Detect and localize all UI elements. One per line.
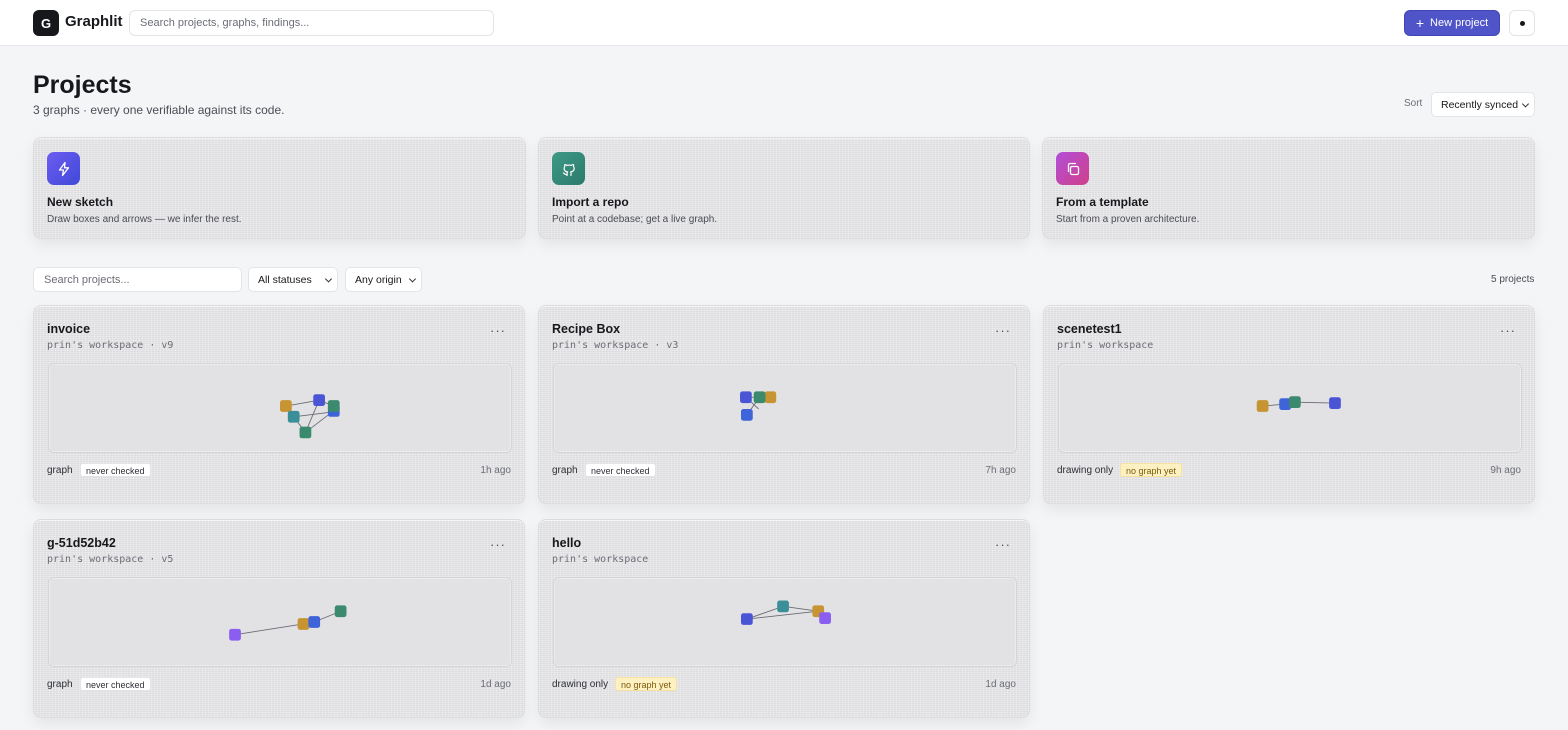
app-name[interactable]: Graphlit	[65, 13, 123, 30]
project-workspace: prin's workspace · v5	[47, 554, 174, 565]
project-kind: drawing only	[1057, 465, 1114, 476]
top-bar: G Graphlit + New project	[0, 0, 1568, 46]
new-project-button[interactable]: + New project	[1404, 10, 1500, 36]
project-name: invoice	[47, 322, 91, 336]
project-updated-time: 9h ago	[1490, 465, 1521, 476]
project-card-scenetest1[interactable]: scenetest1 prin's workspace ··· drawing …	[1043, 305, 1535, 504]
quickstart-desc: Point at a codebase; get a live graph.	[552, 214, 718, 225]
more-options-icon[interactable]: ···	[995, 323, 1011, 338]
origin-filter-value: Any origin	[355, 273, 402, 286]
status-badge: never checked	[80, 463, 151, 477]
graph-preview-svg	[280, 394, 340, 439]
sort-value: Recently synced	[1441, 98, 1519, 111]
graph-preview	[1058, 363, 1522, 453]
chevron-down-icon	[408, 274, 417, 283]
quickstart-desc: Draw boxes and arrows — we infer the res…	[47, 214, 242, 225]
theme-toggle-button[interactable]	[1509, 10, 1535, 36]
project-workspace: prin's workspace · v3	[552, 340, 679, 351]
page-title: Projects	[33, 71, 132, 99]
project-workspace: prin's workspace	[552, 554, 649, 565]
project-kind: drawing only	[552, 679, 609, 690]
quickstart-from-template[interactable]: From a template Start from a proven arch…	[1042, 137, 1535, 239]
chevron-down-icon	[1521, 99, 1530, 108]
graph-preview	[553, 577, 1017, 667]
graph-preview-svg	[740, 391, 777, 421]
status-badge: no graph yet	[615, 677, 678, 691]
quickstart-title: New sketch	[47, 195, 114, 209]
graph-preview-svg	[741, 600, 831, 625]
sort-select[interactable]: Recently synced	[1431, 92, 1535, 117]
project-updated-time: 7h ago	[985, 465, 1016, 476]
copy-icon	[1056, 152, 1089, 185]
app-logo-icon[interactable]: G	[33, 10, 59, 36]
more-options-icon[interactable]: ···	[490, 537, 506, 552]
github-icon	[552, 152, 585, 185]
project-updated-time: 1d ago	[480, 679, 511, 690]
quickstart-import-repo[interactable]: Import a repo Point at a codebase; get a…	[538, 137, 1030, 239]
project-updated-time: 1d ago	[985, 679, 1016, 690]
quickstart-desc: Start from a proven architecture.	[1056, 214, 1200, 225]
quickstart-title: Import a repo	[552, 195, 629, 209]
status-filter-value: All statuses	[258, 273, 312, 286]
project-kind: graph	[552, 465, 578, 476]
project-name: scenetest1	[1057, 322, 1122, 336]
new-project-label: New project	[1430, 17, 1489, 29]
graph-preview	[48, 363, 512, 453]
project-card-g-51d52b42[interactable]: g-51d52b42 prin's workspace · v5 ··· gra…	[33, 519, 525, 718]
project-name: Recipe Box	[552, 322, 621, 336]
project-kind: graph	[47, 679, 73, 690]
project-count: 5 projects	[1491, 274, 1535, 285]
more-options-icon[interactable]: ···	[490, 323, 506, 338]
quickstart-title: From a template	[1056, 195, 1149, 209]
status-badge: never checked	[80, 677, 151, 691]
lightning-icon	[47, 152, 80, 185]
graph-preview	[48, 577, 512, 667]
global-search-input[interactable]	[129, 10, 494, 36]
origin-filter-select[interactable]: Any origin	[345, 267, 422, 292]
project-card-hello[interactable]: hello prin's workspace ··· drawing only …	[538, 519, 1030, 718]
status-badge: no graph yet	[1120, 463, 1183, 477]
status-filter-select[interactable]: All statuses	[248, 267, 338, 292]
quickstart-new-sketch[interactable]: New sketch Draw boxes and arrows — we in…	[33, 137, 526, 239]
more-options-icon[interactable]: ···	[1500, 323, 1516, 338]
project-name: hello	[552, 536, 582, 550]
moon-dot-icon	[1519, 20, 1525, 26]
project-updated-time: 1h ago	[480, 465, 511, 476]
graph-preview-svg	[1256, 396, 1341, 412]
sort-label: Sort	[1404, 98, 1423, 109]
status-badge: never checked	[585, 463, 656, 477]
project-workspace: prin's workspace	[1057, 340, 1154, 351]
project-card-recipe-box[interactable]: Recipe Box prin's workspace · v3 ··· gra…	[538, 305, 1030, 504]
project-workspace: prin's workspace · v9	[47, 340, 174, 351]
project-kind: graph	[47, 465, 73, 476]
project-card-invoice[interactable]: invoice prin's workspace · v9 ··· graph …	[33, 305, 525, 504]
project-name: g-51d52b42	[47, 536, 116, 550]
chevron-down-icon	[324, 274, 333, 283]
more-options-icon[interactable]: ···	[995, 537, 1011, 552]
graph-preview	[553, 363, 1017, 453]
page-subtitle: 3 graphs · every one verifiable against …	[33, 103, 285, 117]
graph-preview-svg	[229, 605, 347, 641]
plus-icon: +	[1415, 15, 1425, 31]
project-search-input[interactable]	[33, 267, 242, 292]
